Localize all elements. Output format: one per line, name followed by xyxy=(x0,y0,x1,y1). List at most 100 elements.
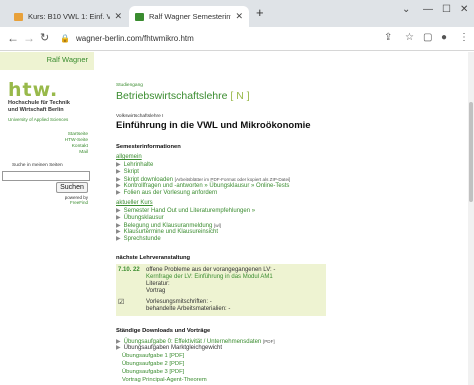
item-text: Übungsklausur xyxy=(123,215,164,221)
tab-search-icon[interactable]: ⌄ xyxy=(402,4,410,15)
triangle-icon: ▶ xyxy=(116,162,121,168)
scrollbar-thumb[interactable] xyxy=(469,102,473,202)
search-button[interactable]: Suchen xyxy=(56,182,88,193)
triangle-icon: ▶ xyxy=(116,208,121,214)
minimize-icon[interactable]: — xyxy=(423,4,433,15)
page-title: Betriebswirtschaftslehre [ N ] xyxy=(116,90,250,102)
item-text: Semester Hand Out und Literaturempfehlun… xyxy=(123,208,256,214)
list-item[interactable]: ▶ Folien aus der Vorlesung anfordern xyxy=(116,190,217,197)
course-small-label: Volkswirtschaftslehre I xyxy=(116,114,164,119)
sidebar: Ralf Wagner htw. Hochschule für Technik … xyxy=(0,52,94,385)
lecture-line[interactable]: Kernfrage der LV: Einführung in das Modu… xyxy=(146,274,273,281)
item-text: Kontrollfragen und -antworten » Übungskl… xyxy=(123,183,290,189)
notes-line: behandelte Arbeitsmaterialien: - xyxy=(146,306,231,312)
item-text: Vortrag Principal-Agent-Theorem xyxy=(122,377,207,383)
close-tab-icon[interactable]: ✕ xyxy=(114,11,122,22)
sidepanel-icon[interactable]: ▢ xyxy=(423,32,432,43)
list-item[interactable]: ▶ Lehrinhalte xyxy=(116,162,153,169)
triangle-icon: ▶ xyxy=(116,183,121,189)
reload-icon[interactable]: ↻ xyxy=(40,31,49,44)
bookmark-star-icon[interactable]: ☆ xyxy=(405,32,414,43)
list-item[interactable]: ▶ Semester Hand Out und Literaturempfehlu… xyxy=(116,208,255,215)
url-text: wagner-berlin.com/fhtwmikro.htm xyxy=(75,33,194,43)
triangle-icon: ▶ xyxy=(116,190,121,196)
list-item[interactable]: ▶ Klausurtermine und Klausureinsicht xyxy=(116,229,218,236)
new-tab-button[interactable]: + xyxy=(256,5,264,20)
notes-line: Vorlesungsmitschriften: - xyxy=(146,299,212,305)
list-item[interactable]: ▶ Kontrollfragen und -antworten » Übungsk… xyxy=(116,183,289,190)
close-window-icon[interactable]: ✕ xyxy=(460,4,468,15)
current-course-label: aktueller Kurs xyxy=(116,200,153,206)
item-note: [PDF] xyxy=(169,353,185,359)
logo-line: University of Applied Sciences xyxy=(8,117,69,122)
vertical-scrollbar[interactable] xyxy=(468,52,474,385)
share-icon[interactable]: ⇪ xyxy=(384,32,392,43)
browser-tab-bar: Kurs: B10 VWL 1: Einf. VWL/Mikr ✕ Ralf W… xyxy=(0,0,474,27)
download-subitem[interactable]: Übungsaufgabe 1 [PDF] xyxy=(122,353,184,360)
tab-ralf-wagner[interactable]: Ralf Wagner Semesterinformatio ✕ xyxy=(129,6,249,27)
triangle-icon: ▶ xyxy=(116,169,121,175)
item-text: Lehrinhalte xyxy=(123,162,154,168)
back-icon[interactable]: ← xyxy=(7,31,19,45)
item-text: Übungsaufgabe 3 xyxy=(122,369,168,375)
profile-icon[interactable]: ● xyxy=(441,32,447,43)
lecture-line: offene Probleme aus der vorangegangenen … xyxy=(146,267,276,273)
powered-by: powered by FreeFind xyxy=(65,195,88,205)
next-lecture-date: 7.10. 22 xyxy=(118,267,140,273)
search-label: Suche in meinen Seiten xyxy=(12,163,63,168)
download-item: ▶ Übungsaufgaben Marktgleichgewicht xyxy=(116,345,222,352)
freefind-link[interactable]: FreeFind xyxy=(65,200,88,205)
item-text: Sprechstunde xyxy=(123,236,161,242)
item-text: Skript xyxy=(123,169,139,175)
item-text: Übungsaufgabe 2 xyxy=(122,361,168,367)
course-title: Einführung in die VWL und Mikroökonomie xyxy=(116,120,311,131)
lecture-line: Vortrag xyxy=(146,288,166,294)
logo-line: und Wirtschaft Berlin xyxy=(8,107,64,113)
studiengang-badge: [ N ] xyxy=(230,90,250,102)
studiengang-label: Studiengang xyxy=(116,83,143,88)
download-subitem[interactable]: Übungsaufgabe 2 [PDF] xyxy=(122,361,184,368)
logo-line: Hochschule für Technik xyxy=(8,100,70,106)
tab-title: Ralf Wagner Semesterinformatio xyxy=(149,12,231,21)
item-note: [PDF] xyxy=(169,369,185,375)
close-tab-icon[interactable]: ✕ xyxy=(235,11,243,22)
item-text: Folien aus der Vorlesung anfordern xyxy=(123,190,218,196)
htw-logo[interactable]: htw. Hochschule für Technik und Wirtscha… xyxy=(8,80,70,122)
studiengang-name: Betriebswirtschaftslehre xyxy=(116,90,228,102)
download-subitem[interactable]: Vortrag Principal-Agent-Theorem xyxy=(122,377,207,384)
tab-kurs[interactable]: Kurs: B10 VWL 1: Einf. VWL/Mikr ✕ xyxy=(8,6,128,27)
list-item[interactable]: ▶ Sprechstunde xyxy=(116,236,161,243)
download-subitem[interactable]: Übungsaufgabe 3 [PDF] xyxy=(122,369,184,376)
item-note: [Arbeitsblätter im PDF-Format oder kopie… xyxy=(174,177,291,182)
link-mail[interactable]: Mail xyxy=(65,150,88,156)
search-input[interactable] xyxy=(2,171,90,181)
sidebar-links: Startseite HTW-Seite Kontakt Mail xyxy=(65,132,88,156)
triangle-icon: ▶ xyxy=(116,236,121,242)
menu-icon[interactable]: ⋮ xyxy=(459,32,469,43)
address-bar[interactable]: 🔒 wagner-berlin.com/fhtwmikro.htm xyxy=(60,30,194,46)
lock-icon: 🔒 xyxy=(60,33,70,43)
browser-toolbar: ← → ↻ 🔒 wagner-berlin.com/fhtwmikro.htm … xyxy=(0,27,474,51)
tab-title: Kurs: B10 VWL 1: Einf. VWL/Mikr xyxy=(28,12,111,21)
list-item[interactable]: ▶ Skript xyxy=(116,169,139,176)
item-note: [PDF] xyxy=(262,339,275,344)
item-note: [wl] xyxy=(214,223,221,228)
list-item[interactable]: ▶ Übungsklausur xyxy=(116,215,164,222)
author-name: Ralf Wagner xyxy=(0,52,94,70)
maximize-icon[interactable]: ☐ xyxy=(442,4,451,15)
tab-favicon-icon xyxy=(135,12,144,21)
section-semester-heading: Semesterinformationen xyxy=(116,144,181,150)
item-note: [PDF] xyxy=(169,361,185,367)
next-lecture-heading: nächste Lehrveranstaltung xyxy=(116,255,191,261)
notes-checkbox-icon: ☑ xyxy=(118,299,125,306)
item-text: Übungsaufgabe 1 xyxy=(122,353,168,359)
downloads-heading: Ständige Downloads und Vorträge xyxy=(116,328,211,334)
triangle-icon: ▶ xyxy=(116,345,121,351)
forward-icon[interactable]: → xyxy=(23,31,35,45)
item-text: Klausurtermine und Klausureinsicht xyxy=(123,229,219,235)
tab-favicon-icon xyxy=(14,12,23,21)
general-label: allgemein xyxy=(116,154,142,160)
item-text: Übungsaufgaben Marktgleichgewicht xyxy=(123,345,223,351)
lecture-line: Literatur: xyxy=(146,281,170,287)
logo-mark: htw. xyxy=(8,79,59,101)
